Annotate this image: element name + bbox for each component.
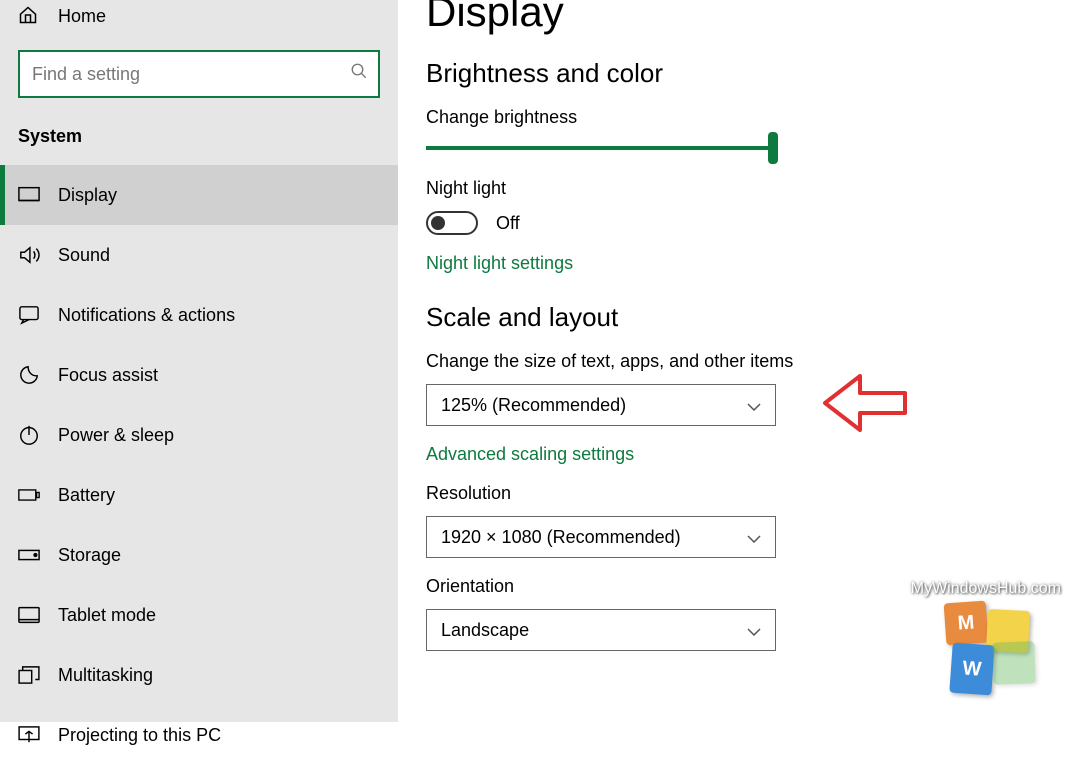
display-icon <box>18 184 40 206</box>
brightness-slider[interactable] <box>426 146 774 150</box>
sidebar-item-label: Focus assist <box>58 365 158 386</box>
storage-icon <box>18 544 40 566</box>
sidebar-item-storage[interactable]: Storage <box>0 525 398 585</box>
sidebar-home[interactable]: Home <box>0 0 398 32</box>
resolution-dropdown[interactable]: 1920 × 1080 (Recommended) <box>426 516 776 558</box>
section-scale: Scale and layout <box>426 302 1071 333</box>
scale-dropdown[interactable]: 125% (Recommended) <box>426 384 776 426</box>
page-title: Display <box>426 0 1071 36</box>
advanced-scaling-link[interactable]: Advanced scaling settings <box>426 444 1071 465</box>
orientation-value: Landscape <box>441 620 529 641</box>
chevron-down-icon <box>747 620 761 641</box>
sidebar-item-projecting[interactable]: Projecting to this PC <box>0 705 398 765</box>
battery-icon <box>18 484 40 506</box>
sidebar-item-label: Storage <box>58 545 121 566</box>
sidebar-item-display[interactable]: Display <box>0 165 398 225</box>
focus-assist-icon <box>18 364 40 386</box>
chevron-down-icon <box>747 527 761 548</box>
main-content: Display Brightness and color Change brig… <box>398 0 1071 722</box>
orientation-label: Orientation <box>426 576 1071 597</box>
toggle-knob <box>431 216 445 230</box>
sound-icon <box>18 244 40 266</box>
sidebar-heading: System <box>0 116 398 165</box>
sidebar-item-label: Multitasking <box>58 665 153 686</box>
sidebar-item-notifications[interactable]: Notifications & actions <box>0 285 398 345</box>
resolution-value: 1920 × 1080 (Recommended) <box>441 527 681 548</box>
power-icon <box>18 424 40 446</box>
resolution-label: Resolution <box>426 483 1071 504</box>
sidebar-item-label: Power & sleep <box>58 425 174 446</box>
slider-thumb[interactable] <box>768 132 778 164</box>
orientation-dropdown[interactable]: Landscape <box>426 609 776 651</box>
nightlight-toggle[interactable] <box>426 211 478 235</box>
scale-label: Change the size of text, apps, and other… <box>426 351 1071 372</box>
sidebar-item-label: Display <box>58 185 117 206</box>
multitasking-icon <box>18 664 40 686</box>
sidebar-item-multitasking[interactable]: Multitasking <box>0 645 398 705</box>
home-icon <box>18 5 40 27</box>
projecting-icon <box>18 724 40 746</box>
sidebar-item-focus-assist[interactable]: Focus assist <box>0 345 398 405</box>
nightlight-settings-link[interactable]: Night light settings <box>426 253 1071 274</box>
scale-value: 125% (Recommended) <box>441 395 626 416</box>
brightness-label: Change brightness <box>426 107 1071 128</box>
chevron-down-icon <box>747 395 761 416</box>
sidebar-item-label: Battery <box>58 485 115 506</box>
sidebar-item-label: Sound <box>58 245 110 266</box>
nightlight-label: Night light <box>426 178 1071 199</box>
section-brightness: Brightness and color <box>426 58 1071 89</box>
sidebar-home-label: Home <box>58 6 106 27</box>
sidebar-item-sound[interactable]: Sound <box>0 225 398 285</box>
sidebar: Home System Display Sound Notifications … <box>0 0 398 722</box>
sidebar-item-label: Projecting to this PC <box>58 725 221 746</box>
search-icon <box>350 62 368 85</box>
search-input[interactable] <box>18 50 380 98</box>
sidebar-item-battery[interactable]: Battery <box>0 465 398 525</box>
search-wrap <box>0 32 398 116</box>
notifications-icon <box>18 304 40 326</box>
sidebar-item-label: Notifications & actions <box>58 305 235 326</box>
nightlight-state: Off <box>496 213 520 234</box>
sidebar-item-power-sleep[interactable]: Power & sleep <box>0 405 398 465</box>
sidebar-item-tablet-mode[interactable]: Tablet mode <box>0 585 398 645</box>
sidebar-item-label: Tablet mode <box>58 605 156 626</box>
tablet-icon <box>18 604 40 626</box>
